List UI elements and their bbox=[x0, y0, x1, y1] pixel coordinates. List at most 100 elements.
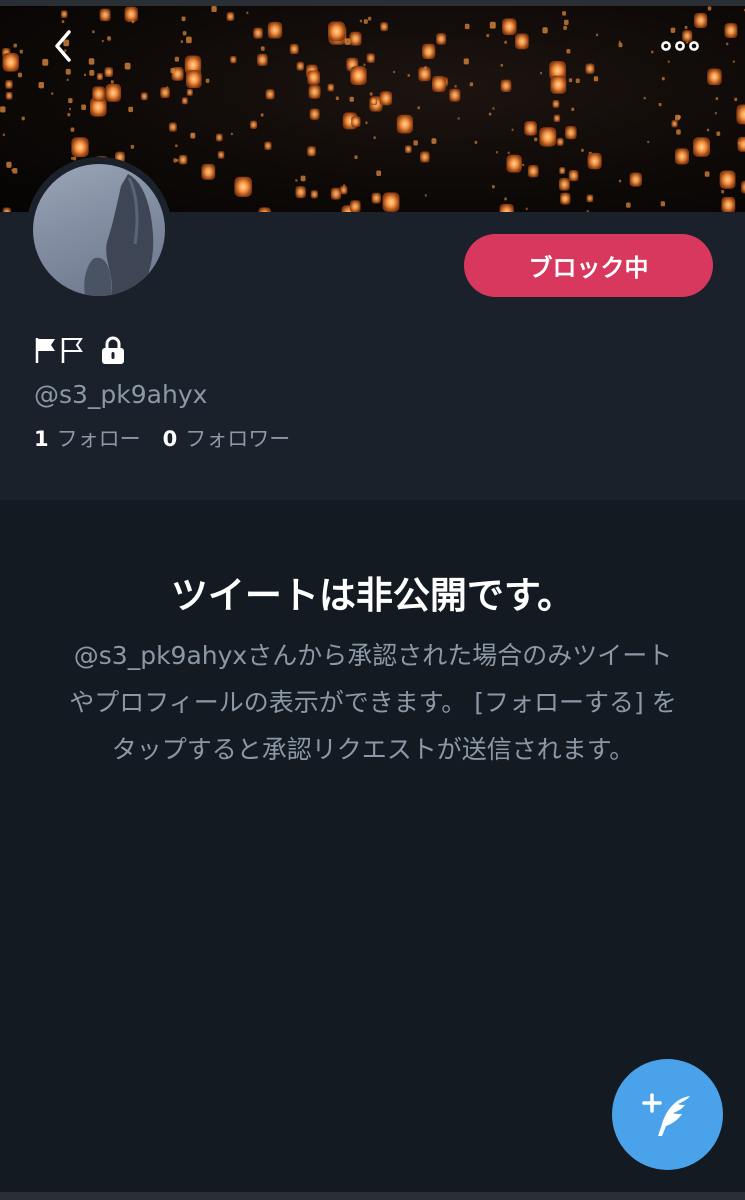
lantern-light bbox=[226, 12, 235, 22]
lantern-light bbox=[575, 78, 580, 84]
lantern-light bbox=[300, 175, 306, 182]
lock-icon bbox=[102, 336, 124, 364]
lantern-light bbox=[101, 39, 104, 43]
lantern-light bbox=[307, 146, 316, 157]
more-button[interactable] bbox=[650, 26, 710, 66]
lantern-light bbox=[6, 161, 12, 168]
lantern-light bbox=[380, 22, 389, 32]
lantern-light bbox=[661, 76, 665, 81]
lantern-light bbox=[431, 138, 437, 144]
lantern-light bbox=[182, 31, 187, 36]
lantern-light bbox=[38, 82, 45, 89]
lantern-light bbox=[130, 144, 135, 149]
lantern-light bbox=[527, 165, 539, 178]
private-account-title: ツイートは非公開です。 bbox=[170, 574, 575, 617]
lantern-light bbox=[496, 151, 499, 154]
lantern-light bbox=[404, 145, 412, 154]
lantern-light bbox=[424, 66, 427, 69]
following-label: フォロー bbox=[56, 427, 141, 451]
compose-tweet-button[interactable] bbox=[612, 1059, 723, 1170]
lantern-light bbox=[693, 137, 711, 157]
lantern-light bbox=[170, 68, 175, 74]
lantern-light bbox=[542, 27, 548, 34]
back-button[interactable] bbox=[38, 24, 88, 68]
lantern-light bbox=[626, 202, 631, 208]
following-link[interactable]: 1 フォロー bbox=[34, 423, 141, 453]
lantern-light bbox=[124, 6, 138, 22]
lantern-light bbox=[492, 107, 495, 110]
lantern-light bbox=[715, 97, 719, 100]
lantern-light bbox=[296, 61, 305, 71]
lantern-light bbox=[564, 19, 569, 25]
lantern-light bbox=[587, 152, 602, 170]
lantern-light bbox=[349, 31, 362, 46]
black-flag-icon bbox=[35, 338, 55, 363]
lantern-light bbox=[515, 33, 529, 50]
chevron-left-icon bbox=[55, 30, 71, 62]
lantern-light bbox=[454, 85, 457, 88]
lantern-light bbox=[330, 187, 342, 200]
lantern-light bbox=[417, 106, 420, 110]
lantern-light bbox=[96, 73, 103, 81]
lantern-light bbox=[327, 21, 346, 42]
lantern-light bbox=[350, 66, 367, 86]
flag-icons bbox=[34, 336, 84, 364]
lantern-light bbox=[309, 108, 320, 120]
private-account-description: @s3_pk9ahyxさんから承認された場合のみツイートやプロフィールの表示がで… bbox=[69, 641, 677, 764]
lantern-light bbox=[0, 106, 6, 113]
lantern-light bbox=[370, 97, 378, 106]
lantern-light bbox=[2, 52, 19, 72]
lantern-light bbox=[671, 120, 678, 128]
lantern-light bbox=[511, 128, 514, 131]
lantern-light bbox=[215, 133, 223, 142]
lantern-light bbox=[61, 20, 65, 24]
avatar-photo bbox=[33, 164, 165, 296]
lantern-light bbox=[647, 140, 650, 144]
lantern-light bbox=[737, 141, 741, 145]
lantern-light bbox=[368, 16, 372, 21]
lantern-light bbox=[506, 154, 522, 173]
followers-label: フォロワー bbox=[185, 427, 291, 451]
lantern-light bbox=[741, 180, 745, 194]
lantern-light bbox=[393, 70, 396, 74]
lantern-light bbox=[369, 92, 373, 96]
lantern-light bbox=[186, 36, 192, 44]
lantern-light bbox=[716, 131, 721, 136]
avatar[interactable] bbox=[26, 157, 172, 303]
lantern-light bbox=[363, 63, 366, 66]
lantern-light bbox=[351, 116, 361, 128]
lantern-light bbox=[379, 91, 393, 106]
blocked-button[interactable]: ブロック中 bbox=[464, 234, 713, 297]
lantern-light bbox=[436, 33, 447, 45]
lantern-light bbox=[260, 113, 264, 117]
lantern-light bbox=[2, 133, 5, 137]
lantern-light bbox=[295, 179, 298, 182]
followers-link[interactable]: 0 フォロワー bbox=[163, 423, 291, 453]
lantern-light bbox=[83, 73, 87, 77]
lantern-light bbox=[553, 114, 561, 123]
lantern-light bbox=[11, 169, 14, 172]
lantern-light bbox=[407, 74, 410, 77]
lantern-light bbox=[5, 80, 13, 89]
lantern-light bbox=[568, 78, 573, 83]
lantern-light bbox=[349, 96, 354, 102]
lantern-light bbox=[71, 137, 89, 158]
lantern-light bbox=[486, 34, 490, 38]
lantern-light bbox=[13, 43, 17, 48]
lantern-light bbox=[719, 170, 736, 189]
lantern-light bbox=[51, 92, 54, 95]
lantern-light bbox=[714, 111, 717, 115]
lantern-light bbox=[350, 200, 361, 212]
lantern-light bbox=[721, 196, 736, 212]
lantern-light bbox=[376, 170, 382, 177]
lantern-light bbox=[422, 43, 436, 60]
lantern-light bbox=[726, 42, 729, 46]
lantern-light bbox=[81, 104, 86, 110]
lantern-light bbox=[289, 43, 299, 55]
lantern-light bbox=[618, 179, 622, 183]
lantern-light bbox=[677, 115, 681, 119]
lantern-light bbox=[595, 33, 599, 37]
display-name-row bbox=[34, 335, 128, 365]
lantern-light bbox=[17, 72, 22, 78]
lantern-light bbox=[99, 8, 111, 22]
